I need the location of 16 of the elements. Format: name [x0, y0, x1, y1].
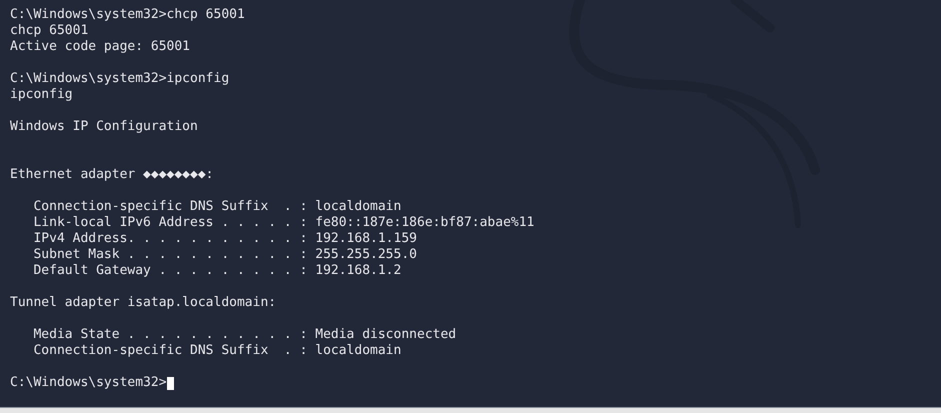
terminal-line: ipconfig [10, 87, 73, 103]
terminal-line: Media State . . . . . . . . . . . : Media disconnected [32, 327, 456, 343]
terminal-line: Tunnel adapter isatap.localdomain: [10, 295, 276, 311]
terminal-line: Default Gateway . . . . . . . . . : 192.168.1.2 [32, 263, 402, 279]
terminal-line: Windows IP Configuration [10, 119, 198, 135]
terminal-line: Link-local IPv6 Address . . . . . : fe80::187e:186e:bf87:abae%11 [32, 215, 534, 231]
terminal-line: Ethernet adapter ◆◆◆◆◆◆◆◆: [10, 167, 214, 183]
terminal-line: Active code page: 65001 [10, 39, 190, 55]
terminal-line: IPv4 Address. . . . . . . . . . . : 192.168.1.159 [32, 231, 417, 247]
terminal-line: Subnet Mask . . . . . . . . . . . : 255.255.255.0 [32, 247, 417, 263]
terminal-line: Connection-specific DNS Suffix . : localdomain [32, 199, 402, 215]
terminal-line: chcp 65001 [10, 23, 88, 39]
terminal-line: C:\Windows\system32>chcp 65001 [10, 7, 245, 23]
terminal-line: C:\Windows\system32> [10, 375, 167, 391]
terminal-line: C:\Windows\system32>ipconfig [10, 71, 230, 87]
terminal-line: Connection-specific DNS Suffix . : localdomain [32, 343, 402, 359]
